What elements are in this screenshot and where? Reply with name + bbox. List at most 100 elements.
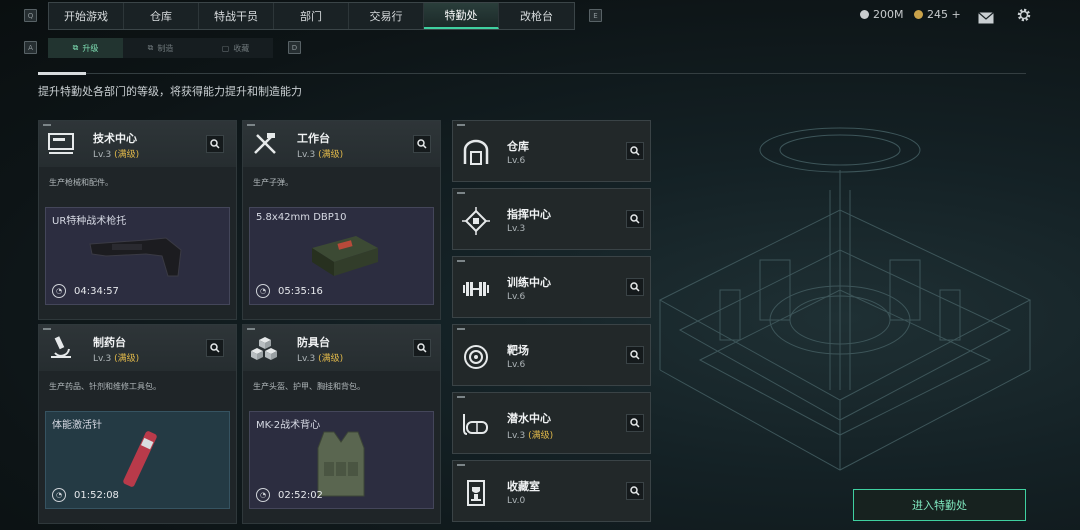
inspect-button[interactable] <box>626 142 644 160</box>
inspect-button[interactable] <box>413 339 431 357</box>
inspect-button[interactable] <box>626 278 644 296</box>
tab-operators[interactable]: 特战干员 <box>199 3 274 29</box>
search-icon <box>210 343 220 353</box>
facility-card-collection-room[interactable]: 收藏室 Lv.0 <box>452 460 651 522</box>
product-name: 体能激活针 <box>52 420 102 431</box>
card-description: 生产枪械和配件。 <box>49 178 113 187</box>
diving-mask-icon <box>463 414 488 435</box>
production-timer: ◔ 05:35:16 <box>256 284 323 298</box>
craft-icon: ⧉ <box>147 43 154 52</box>
currency-coins-value: 200M <box>873 8 904 21</box>
production-timer: ◔ 01:52:08 <box>52 488 119 502</box>
facility-card-command-center[interactable]: 指挥中心 Lv.3 <box>452 188 651 250</box>
production-slot[interactable]: MK-2战术背心 ◔ 02:52:02 <box>249 411 434 509</box>
subtab-collect[interactable]: ▢ 收藏 <box>198 38 273 58</box>
search-icon <box>630 350 640 360</box>
collect-icon: ▢ <box>221 43 230 53</box>
dept-card-workbench[interactable]: 工作台 Lv.3 (满级) 生产子弹。 5.8x42mm DBP10 ◔ 05:3… <box>242 120 441 320</box>
key-hint-e: E <box>589 9 602 22</box>
ammo-box-image <box>312 236 378 276</box>
trophy-icon <box>467 480 485 506</box>
key-hint-a: A <box>24 41 37 54</box>
dept-card-pharmacy[interactable]: 制药台 Lv.3 (满级) 生产药品、针剂和维修工具包。 体能激活针 ◔ 01:5… <box>38 324 237 524</box>
facility-title: 收藏室 <box>507 480 540 493</box>
level-value: Lv.6 <box>507 292 526 302</box>
inspect-button[interactable] <box>626 210 644 228</box>
gold-coin-icon <box>914 10 923 19</box>
max-level-badge: (满级) <box>318 150 344 160</box>
tab-warehouse[interactable]: 仓库 <box>124 3 199 29</box>
card-level: Lv.3 (满级) <box>93 351 139 364</box>
facility-card-warehouse[interactable]: 仓库 Lv.6 <box>452 120 651 182</box>
mail-icon[interactable] <box>978 9 994 28</box>
production-timer: ◔ 02:52:02 <box>256 488 323 502</box>
production-slot[interactable]: 5.8x42mm DBP10 ◔ 05:35:16 <box>249 207 434 305</box>
warehouse-icon <box>463 139 489 165</box>
facility-title: 仓库 <box>507 140 529 153</box>
facility-title: 训练中心 <box>507 276 551 289</box>
facility-title: 指挥中心 <box>507 208 551 221</box>
armor-cubes-icon <box>251 337 277 360</box>
production-timer: ◔ 04:34:57 <box>52 284 119 298</box>
facility-card-training-center[interactable]: 训练中心 Lv.6 <box>452 256 651 318</box>
card-level: Lv.3 (满级) <box>297 147 343 160</box>
subtab-collect-label: 收藏 <box>233 43 250 53</box>
tab-special-ops[interactable]: 特勤处 <box>424 3 499 29</box>
upgrade-icon: ⧉ <box>72 43 79 52</box>
inspect-button[interactable] <box>206 339 224 357</box>
production-slot[interactable]: UR特种战术枪托 ◔ 04:34:57 <box>45 207 230 305</box>
production-slot[interactable]: 体能激活针 ◔ 01:52:08 <box>45 411 230 509</box>
tab-trading[interactable]: 交易行 <box>349 3 424 29</box>
tools-icon <box>254 133 276 154</box>
max-level-badge: (满级) <box>114 354 140 364</box>
facility-level: Lv.6 <box>507 156 525 166</box>
tab-start-game[interactable]: 开始游戏 <box>49 3 124 29</box>
facility-card-diving-center[interactable]: 潜水中心 Lv.3 (满级) <box>452 392 651 454</box>
card-title: 工作台 <box>297 132 330 145</box>
search-icon <box>630 146 640 156</box>
card-description: 生产头盔、护甲、胸挂和背包。 <box>253 382 365 391</box>
tab-department[interactable]: 部门 <box>274 3 349 29</box>
currency-gold[interactable]: 245 + <box>914 8 961 21</box>
dept-card-tech-center[interactable]: 技术中心 Lv.3 (满级) 生产枪械和配件。 UR特种战术枪托 ◔ 04:34:… <box>38 120 237 320</box>
inspect-button[interactable] <box>206 135 224 153</box>
facility-title: 靶场 <box>507 344 529 357</box>
inspect-button[interactable] <box>626 414 644 432</box>
inspect-button[interactable] <box>626 482 644 500</box>
tab-gunsmith[interactable]: 改枪台 <box>499 3 574 29</box>
product-name: 5.8x42mm DBP10 <box>256 212 347 223</box>
timer-icon: ◔ <box>256 488 270 502</box>
level-value: Lv.6 <box>507 156 526 166</box>
level-value: Lv.6 <box>507 360 526 370</box>
product-name: MK-2战术背心 <box>256 420 321 431</box>
timer-icon: ◔ <box>52 284 66 298</box>
dept-card-armor[interactable]: 防具台 Lv.3 (满级) 生产头盔、护甲、胸挂和背包。 MK-2战术背心 ◔ 0… <box>242 324 441 524</box>
key-hint-d: D <box>288 41 301 54</box>
intro-text: 提升特勤处各部门的等级，将获得能力提升和制造能力 <box>38 85 302 98</box>
sub-tabs: ⧉ 升级 ⧉ 制造 ▢ 收藏 <box>48 38 273 58</box>
settings-gear-icon[interactable] <box>1016 7 1032 27</box>
facility-card-shooting-range[interactable]: 靶场 Lv.6 <box>452 324 651 386</box>
enter-special-ops-button[interactable]: 进入特勤处 <box>853 489 1026 521</box>
product-name: UR特种战术枪托 <box>52 216 127 227</box>
top-navigation: Q 开始游戏 仓库 特战干员 部门 交易行 特勤处 改枪台 E 200M 245… <box>0 0 1080 32</box>
facility-level: Lv.0 <box>507 496 525 506</box>
card-title: 技术中心 <box>93 132 137 145</box>
subtab-craft[interactable]: ⧉ 制造 <box>123 38 198 58</box>
inspect-button[interactable] <box>626 346 644 364</box>
timer-value: 04:34:57 <box>74 285 119 297</box>
currency-gold-value: 245 + <box>927 8 961 21</box>
search-icon <box>630 282 640 292</box>
timer-icon: ◔ <box>52 488 66 502</box>
level-value: Lv.0 <box>507 496 526 506</box>
dumbbell-icon <box>463 282 489 296</box>
search-icon <box>630 486 640 496</box>
search-icon <box>630 214 640 224</box>
inspect-button[interactable] <box>413 135 431 153</box>
facility-level: Lv.3 (满级) <box>507 428 553 441</box>
subtab-upgrade[interactable]: ⧉ 升级 <box>48 38 123 58</box>
facility-level: Lv.3 <box>507 224 525 234</box>
search-icon <box>630 418 640 428</box>
microscope-icon <box>51 336 71 358</box>
currency-coins: 200M <box>860 8 904 21</box>
